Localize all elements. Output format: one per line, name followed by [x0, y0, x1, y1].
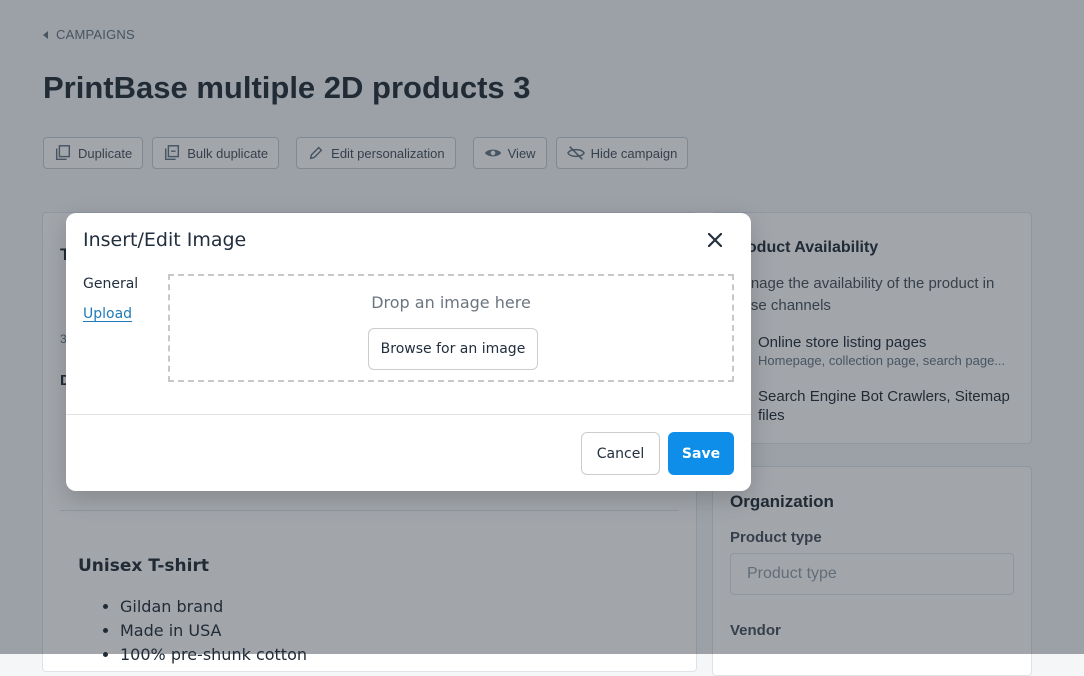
- image-dropzone[interactable]: Drop an image here Browse for an image: [168, 274, 734, 382]
- tab-upload[interactable]: Upload: [83, 306, 132, 322]
- dialog-divider: [66, 414, 751, 415]
- cancel-button[interactable]: Cancel: [581, 432, 660, 475]
- close-icon: [708, 233, 722, 247]
- save-button[interactable]: Save: [668, 432, 734, 475]
- insert-edit-image-dialog: Insert/Edit Image General Upload Drop an…: [66, 213, 751, 491]
- tab-general[interactable]: General: [83, 276, 138, 292]
- drop-text: Drop an image here: [371, 293, 531, 312]
- browse-image-button[interactable]: Browse for an image: [368, 328, 538, 370]
- close-button[interactable]: [704, 229, 726, 251]
- dialog-title: Insert/Edit Image: [83, 229, 247, 251]
